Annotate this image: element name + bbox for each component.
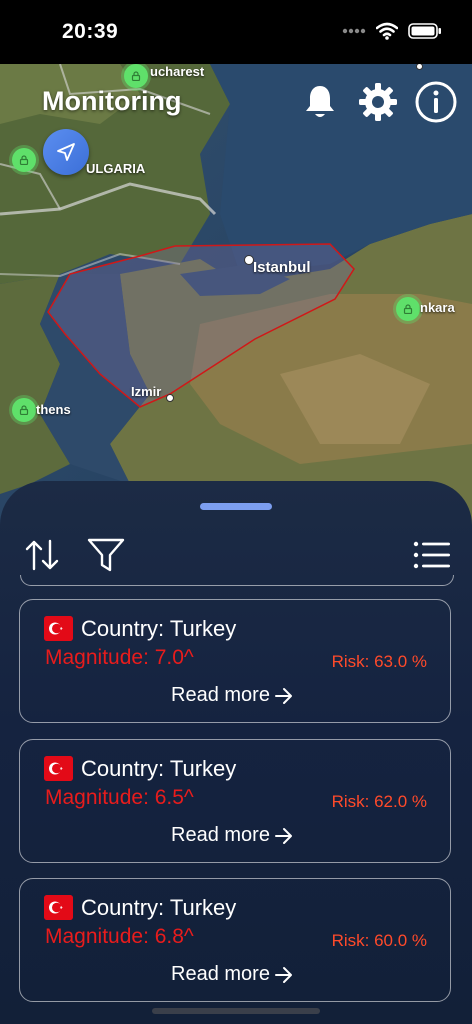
previous-card-edge	[20, 575, 454, 586]
filter-icon	[87, 538, 125, 572]
sort-button[interactable]	[22, 535, 62, 575]
city-label-athens: thens	[36, 402, 71, 417]
turkey-flag-icon	[44, 756, 73, 781]
lock-icon	[131, 71, 141, 81]
info-icon	[415, 81, 457, 123]
card-country: Country: Turkey	[81, 756, 237, 781]
card-country: Country: Turkey	[81, 895, 237, 920]
status-time: 20:39	[62, 20, 119, 43]
city-dot-izmir	[166, 394, 174, 402]
bell-icon	[306, 86, 334, 117]
lock-icon	[403, 304, 413, 314]
page-title: Monitoring	[42, 86, 182, 116]
map-pin-bulgaria[interactable]	[12, 148, 36, 172]
settings-button[interactable]	[356, 80, 400, 124]
city-label-ankara: nkara	[420, 300, 455, 315]
list-view-button[interactable]	[412, 535, 452, 575]
wifi-icon	[376, 22, 398, 40]
earthquake-card[interactable]: Country: Turkey Magnitude: 6.5^ Risk: 62…	[19, 739, 451, 863]
locate-me-button[interactable]	[43, 129, 89, 175]
map-pin-ankara[interactable]	[396, 297, 420, 321]
signal-dots-icon	[342, 28, 366, 34]
read-more-label: Read more	[171, 824, 270, 846]
card-country: Country: Turkey	[81, 616, 237, 641]
city-label-istanbul: Istanbul	[253, 259, 311, 276]
lock-icon	[19, 405, 29, 415]
status-icons	[342, 22, 442, 40]
read-more-label: Read more	[171, 684, 270, 706]
arrow-right-icon	[274, 966, 292, 983]
arrow-right-icon	[274, 687, 292, 704]
map-pin-athens[interactable]	[12, 398, 36, 422]
home-indicator[interactable]	[152, 1008, 320, 1014]
earthquake-card[interactable]: Country: Turkey Magnitude: 7.0^ Risk: 63…	[19, 599, 451, 723]
info-button[interactable]	[414, 80, 458, 124]
battery-icon	[408, 23, 441, 39]
notifications-button[interactable]	[298, 80, 342, 124]
navigation-arrow-icon	[57, 143, 75, 161]
filter-button[interactable]	[86, 535, 126, 575]
turkey-flag-icon	[44, 895, 73, 920]
card-risk: Risk: 62.0 %	[331, 792, 427, 811]
map-pin-bucharest[interactable]	[124, 64, 148, 88]
city-label-bucharest: ucharest	[150, 64, 205, 79]
lock-icon	[19, 155, 29, 165]
sheet-grabber[interactable]	[200, 503, 272, 510]
bottom-sheet[interactable]: Country: Turkey Magnitude: 7.0^ Risk: 63…	[0, 481, 472, 1024]
earthquake-card[interactable]: Country: Turkey Magnitude: 6.8^ Risk: 60…	[19, 878, 451, 1002]
top-actions	[298, 80, 458, 124]
card-magnitude: Magnitude: 6.8^	[45, 925, 194, 948]
gear-icon	[359, 83, 397, 121]
arrow-right-icon	[274, 827, 292, 844]
city-dot-north	[416, 63, 423, 70]
read-more-link[interactable]: Read more	[171, 824, 294, 847]
turkey-flag-icon	[44, 616, 73, 641]
read-more-label: Read more	[171, 963, 270, 985]
city-label-izmir: Izmir	[131, 384, 162, 399]
sheet-toolbar	[22, 535, 452, 575]
card-magnitude: Magnitude: 7.0^	[45, 646, 194, 669]
sort-icon	[25, 539, 59, 571]
status-bar: 20:39	[0, 0, 472, 64]
city-label-bulgaria: ULGARIA	[86, 161, 146, 176]
list-icon	[413, 541, 450, 569]
card-magnitude: Magnitude: 6.5^	[45, 786, 194, 809]
read-more-link[interactable]: Read more	[171, 963, 294, 986]
read-more-link[interactable]: Read more	[171, 684, 294, 707]
card-risk: Risk: 60.0 %	[331, 931, 427, 950]
card-risk: Risk: 63.0 %	[331, 652, 427, 671]
